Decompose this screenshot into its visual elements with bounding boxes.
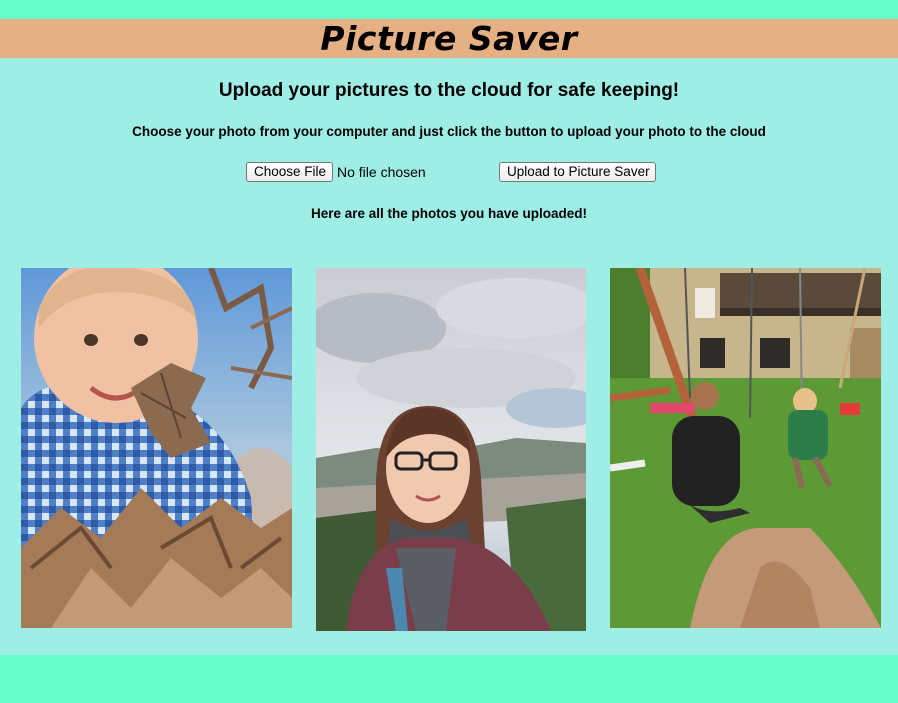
app-header: Picture Saver [0, 19, 898, 58]
upload-instructions: Choose your photo from your computer and… [132, 124, 766, 139]
page-footer [0, 655, 898, 703]
main-content: Upload your pictures to the cloud for sa… [0, 58, 898, 655]
photo-toddler-leaves [21, 268, 292, 628]
page-subtitle: Upload your pictures to the cloud for sa… [218, 80, 680, 101]
photo-toddler-leaves-image [21, 268, 292, 628]
uploaded-photos-heading: Here are all the photos you have uploade… [310, 206, 588, 221]
file-status-text: No file chosen [337, 164, 426, 180]
photo-swing-backyard [610, 268, 881, 628]
choose-file-button[interactable]: Choose File [246, 162, 333, 182]
upload-controls: Choose File No file chosen Upload to Pic… [0, 162, 898, 184]
photo-woman-selfie [316, 268, 586, 631]
top-strip [0, 0, 898, 19]
photo-swing-backyard-image [610, 268, 881, 628]
upload-button[interactable]: Upload to Picture Saver [499, 162, 656, 182]
photo-woman-selfie-image [316, 268, 586, 631]
page-title: Picture Saver [320, 19, 578, 58]
